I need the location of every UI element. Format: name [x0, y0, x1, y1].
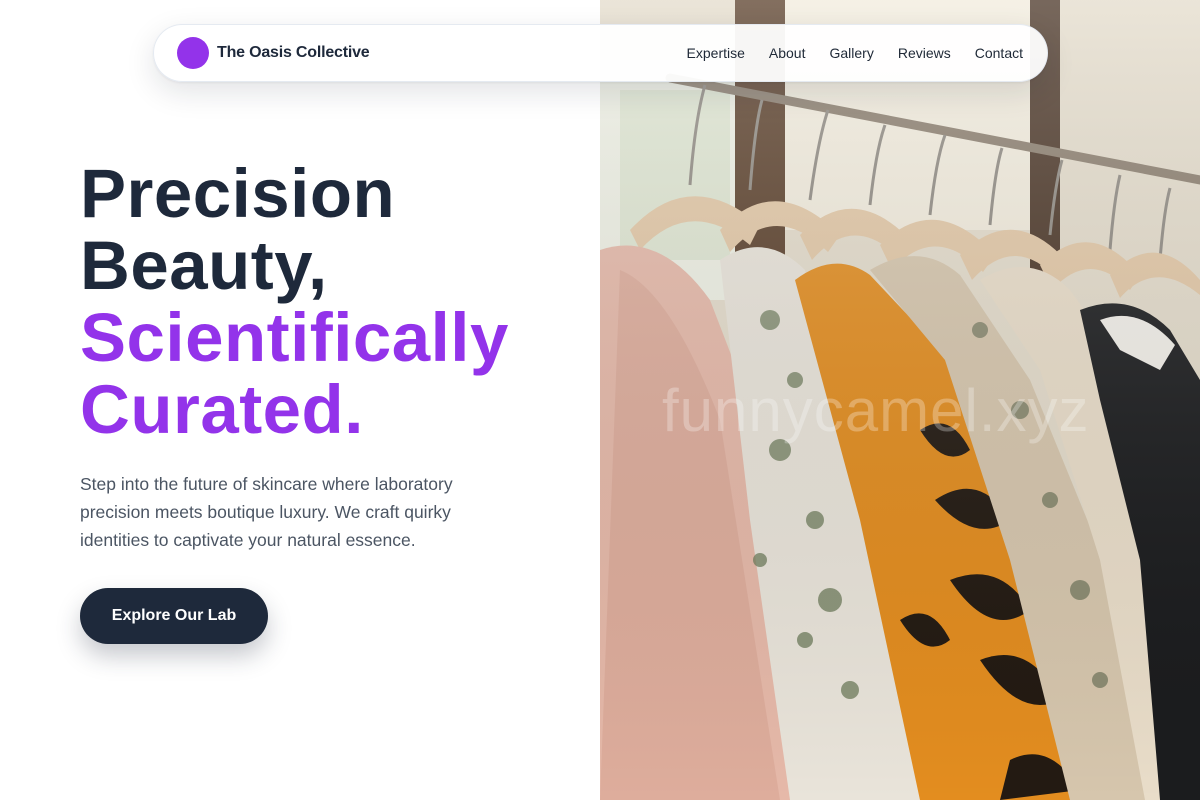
nav-link-about[interactable]: About: [769, 45, 806, 61]
brand-name: The Oasis Collective: [217, 44, 370, 61]
hero-subtitle: Step into the future of skincare where l…: [80, 474, 453, 550]
nav-link-reviews[interactable]: Reviews: [898, 45, 951, 61]
nav-links: Expertise About Gallery Reviews Contact: [687, 45, 1023, 61]
nav-link-contact[interactable]: Contact: [975, 45, 1023, 61]
explore-lab-button[interactable]: Explore Our Lab: [80, 588, 268, 644]
hero-title-line-2: Beauty,: [80, 227, 328, 304]
watermark-text: funnycamel.xyz: [662, 377, 1090, 444]
top-navigation: The Oasis Collective Expertise About Gal…: [153, 24, 1048, 82]
hero-title-line-1: Precision: [80, 155, 396, 232]
hero-title-line-4: Curated.: [80, 371, 364, 448]
nav-link-gallery[interactable]: Gallery: [829, 45, 873, 61]
hero-title-line-3: Scientifically: [80, 299, 509, 376]
hero-title: Precision Beauty, Scientifically Curated…: [80, 158, 580, 446]
hero-section: Precision Beauty, Scientifically Curated…: [80, 158, 580, 644]
brand-logo[interactable]: The Oasis Collective: [177, 37, 370, 69]
nav-link-expertise[interactable]: Expertise: [687, 45, 745, 61]
brand-dot-icon: [177, 37, 209, 69]
